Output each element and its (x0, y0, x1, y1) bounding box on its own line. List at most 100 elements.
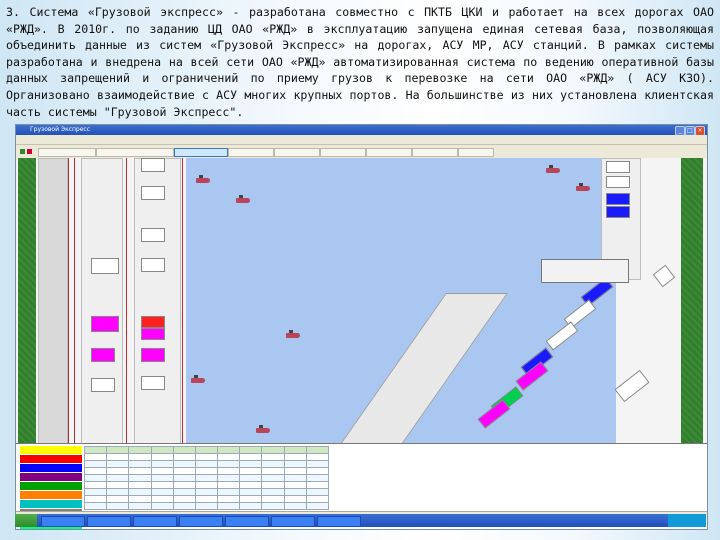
berth-occupied[interactable] (141, 348, 165, 362)
table-cell (83, 467, 108, 475)
table-cell (128, 481, 152, 489)
taskbar-item[interactable] (87, 516, 131, 527)
taskbar-item[interactable] (133, 516, 177, 527)
table-cell (305, 460, 330, 468)
taskbar-item[interactable] (179, 516, 223, 527)
table-row[interactable] (83, 467, 330, 475)
table-cell (261, 488, 285, 496)
toolbar-tab[interactable] (320, 148, 366, 157)
toolbar-tab[interactable] (228, 148, 274, 157)
warehouse[interactable] (141, 186, 165, 200)
menu-bar[interactable] (16, 135, 707, 145)
data-table[interactable] (83, 446, 330, 510)
table-cell (194, 495, 219, 503)
berth-occupied[interactable] (91, 348, 115, 362)
table-cell (217, 453, 241, 461)
berth-occupied[interactable] (91, 316, 119, 332)
table-header-cell (83, 446, 108, 454)
rail-track (68, 158, 69, 443)
table-cell (172, 474, 196, 482)
toolbar-icon[interactable] (27, 149, 32, 154)
table-row[interactable] (83, 474, 330, 482)
table-cell (305, 474, 330, 482)
table-row[interactable] (83, 460, 330, 468)
port-map[interactable] (16, 158, 707, 445)
green-zone-right (681, 158, 703, 443)
ship[interactable] (286, 330, 300, 338)
ship[interactable] (236, 195, 250, 203)
table-cell (106, 488, 130, 496)
table-cell (283, 474, 307, 482)
table-header-cell (128, 446, 152, 454)
toolbar-tab[interactable] (96, 148, 174, 157)
legend-swatch (20, 446, 82, 454)
taskbar (15, 514, 706, 527)
warehouse[interactable] (141, 228, 165, 242)
ship[interactable] (191, 375, 205, 383)
rail-track (126, 158, 127, 443)
table-cell (217, 460, 241, 468)
berth-occupied[interactable] (606, 206, 630, 218)
table-cell (172, 488, 196, 496)
warehouse[interactable] (91, 258, 119, 274)
table-cell (106, 502, 130, 510)
table-row[interactable] (83, 488, 330, 496)
toolbar-tab[interactable] (38, 148, 96, 157)
table-cell (239, 481, 263, 489)
warehouse[interactable] (606, 176, 630, 188)
table-row[interactable] (83, 453, 330, 461)
toolbar-tab[interactable] (412, 148, 458, 157)
table-cell (150, 488, 174, 496)
warehouse[interactable] (606, 161, 630, 173)
paragraph-text: 3. Система «Грузовой экспресс» - разрабо… (6, 5, 714, 119)
table-row[interactable] (83, 502, 330, 510)
warehouse[interactable] (614, 369, 650, 403)
warehouse[interactable] (652, 264, 676, 288)
toolbar-tab[interactable] (458, 148, 494, 157)
ship[interactable] (196, 175, 210, 183)
map-legend-popup[interactable] (541, 259, 629, 283)
table-cell (83, 495, 108, 503)
start-button[interactable] (15, 514, 37, 527)
toolbar-tab[interactable] (366, 148, 412, 157)
berth-occupied[interactable] (606, 193, 630, 205)
table-cell (305, 488, 330, 496)
berth-alert[interactable] (141, 316, 165, 328)
taskbar-item[interactable] (41, 516, 85, 527)
warehouse[interactable] (91, 378, 115, 392)
table-header-cell (239, 446, 263, 454)
table-header-cell (106, 446, 130, 454)
table-row[interactable] (83, 495, 330, 503)
legend-swatch (20, 473, 82, 481)
table-cell (172, 453, 196, 461)
toolbar-icon[interactable] (20, 149, 25, 154)
warehouse[interactable] (141, 158, 165, 172)
table-cell (172, 460, 196, 468)
table-cell (239, 488, 263, 496)
toolbar-tab-active[interactable] (174, 148, 228, 157)
table-cell (150, 467, 174, 475)
berth-occupied[interactable] (141, 328, 165, 340)
ship[interactable] (546, 165, 560, 173)
table-cell (283, 502, 307, 510)
table-cell (128, 495, 152, 503)
table-cell (106, 453, 130, 461)
taskbar-item[interactable] (271, 516, 315, 527)
table-header-cell (261, 446, 285, 454)
legend-swatch (20, 500, 82, 508)
warehouse[interactable] (141, 376, 165, 390)
table-cell (83, 453, 108, 461)
ship[interactable] (256, 425, 270, 433)
table-cell (194, 467, 219, 475)
ship[interactable] (576, 183, 590, 191)
table-cell (194, 474, 219, 482)
table-cell (150, 481, 174, 489)
table-cell (261, 481, 285, 489)
warehouse[interactable] (141, 258, 165, 272)
table-cell (217, 495, 241, 503)
toolbar-tab[interactable] (274, 148, 320, 157)
table-cell (106, 467, 130, 475)
table-row[interactable] (83, 481, 330, 489)
taskbar-item[interactable] (225, 516, 269, 527)
taskbar-item[interactable] (317, 516, 361, 527)
